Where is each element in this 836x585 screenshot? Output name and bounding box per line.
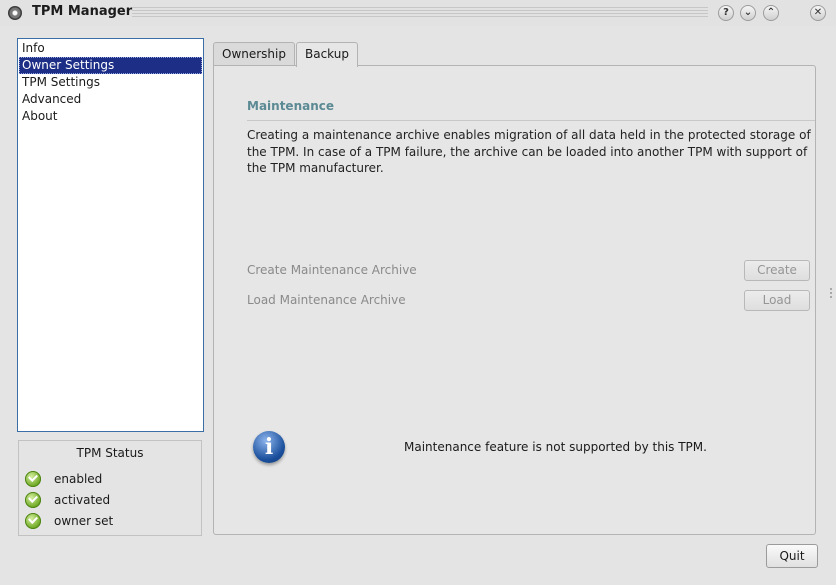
close-icon[interactable]: ✕: [810, 5, 826, 21]
title-bar: TPM Manager ? ⌄ ⌃ ✕: [0, 0, 836, 26]
window-title: TPM Manager: [32, 4, 133, 19]
status-label: owner set: [54, 514, 114, 528]
app-icon: [8, 6, 22, 20]
create-button[interactable]: Create: [744, 260, 810, 281]
info-message: Maintenance feature is not supported by …: [404, 440, 707, 454]
sidebar-item-info[interactable]: Info: [19, 40, 202, 57]
check-icon: [25, 471, 41, 487]
help-icon[interactable]: ?: [718, 5, 734, 21]
minimize-icon[interactable]: ⌄: [740, 5, 756, 21]
maximize-icon[interactable]: ⌃: [763, 5, 779, 21]
sidebar-item-tpm-settings[interactable]: TPM Settings: [19, 74, 202, 91]
check-icon: [25, 513, 41, 529]
sidebar-item-owner-settings[interactable]: Owner Settings: [19, 57, 202, 74]
check-icon: [25, 492, 41, 508]
sidebar-item-about[interactable]: About: [19, 108, 202, 125]
tpm-status-title: TPM Status: [76, 446, 144, 460]
status-label: activated: [54, 493, 111, 507]
sidebar-list[interactable]: Info Owner Settings TPM Settings Advance…: [17, 38, 204, 432]
tpm-status-box: TPM Status enabled activated owner set: [18, 440, 202, 536]
sidebar-item-advanced[interactable]: Advanced: [19, 91, 202, 108]
tab-ownership[interactable]: Ownership: [213, 42, 295, 65]
backup-tab-panel: Maintenance Creating a maintenance archi…: [213, 65, 816, 535]
tab-backup[interactable]: Backup: [296, 42, 358, 67]
load-button[interactable]: Load: [744, 290, 810, 311]
quit-button[interactable]: Quit: [766, 544, 818, 568]
status-label: enabled: [54, 472, 103, 486]
maintenance-group-title: Maintenance: [247, 99, 335, 113]
resize-handle[interactable]: [830, 288, 832, 298]
maintenance-description: Creating a maintenance archive enables m…: [247, 128, 811, 175]
title-bar-decoration: [132, 7, 708, 19]
info-icon: i: [253, 431, 285, 463]
load-archive-label: Load Maintenance Archive: [247, 293, 406, 307]
create-archive-label: Create Maintenance Archive: [247, 263, 417, 277]
group-divider: [247, 120, 815, 121]
